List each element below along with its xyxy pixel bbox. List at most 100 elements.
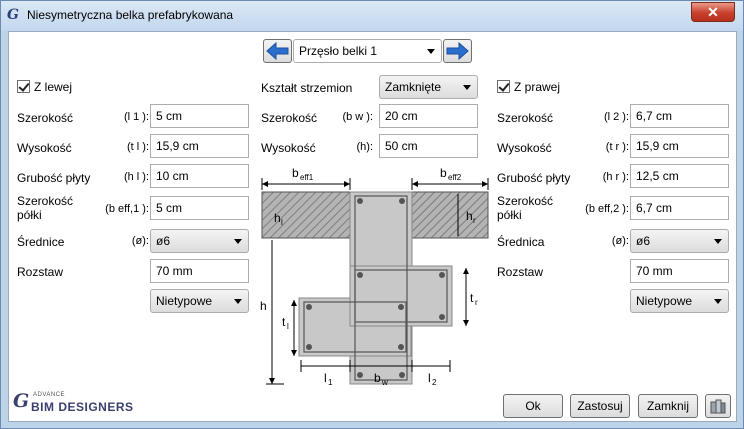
hr-label: h	[466, 209, 473, 223]
right-diameter-symbol: (ø):	[611, 235, 629, 247]
left-diameter-select[interactable]: ø6	[150, 229, 249, 253]
apply-button[interactable]: Zastosuj	[570, 394, 630, 418]
beff2-dimension: b eff2	[411, 166, 489, 190]
right-slab	[411, 191, 489, 239]
chevron-down-icon	[714, 239, 722, 244]
library-button[interactable]	[705, 394, 731, 418]
right-flange-checkbox-label: Z prawej	[514, 80, 561, 94]
tl-label: t	[282, 315, 286, 329]
tl-dimension: t l	[282, 300, 297, 356]
advance-logo-icon: G	[13, 390, 30, 412]
left-diameter-label: Średnice	[17, 235, 65, 249]
right-flange-checkbox[interactable]	[497, 80, 510, 93]
right-flange-input[interactable]	[630, 196, 729, 220]
beff1-subscript: eff1	[300, 173, 314, 182]
web-width-label: Szerokość	[261, 111, 318, 125]
right-flange-label-line1: Szerokość	[497, 194, 554, 208]
arrow-right-icon	[446, 41, 469, 61]
right-spacing-input[interactable]	[630, 259, 729, 283]
left-flange-label-line2: półki	[17, 208, 42, 222]
right-width-symbol: (l 2 ):	[603, 111, 629, 123]
left-height-symbol: (t l ):	[127, 141, 149, 153]
chevron-down-icon	[427, 49, 435, 54]
left-flange-checkbox-label: Z lewej	[34, 80, 73, 94]
logo-bim-designers-text: BIM DESIGNERS	[31, 400, 134, 414]
web-width-input[interactable]	[379, 104, 478, 128]
right-flange-symbol: (b eff,2 ):	[585, 203, 629, 215]
left-diameter-symbol: (ø):	[131, 235, 149, 247]
chevron-down-icon	[463, 85, 471, 90]
dialog-window: G Niesymetryczna belka prefabrykowana ✕ …	[0, 0, 744, 429]
tr-label: t	[470, 291, 474, 305]
previous-span-button[interactable]	[263, 39, 292, 63]
right-type-select[interactable]: Nietypowe	[630, 289, 729, 313]
l2-subscript: 2	[432, 378, 437, 387]
left-type-select[interactable]: Nietypowe	[150, 289, 249, 313]
beff1-label: b	[292, 166, 299, 180]
library-icon	[710, 399, 726, 414]
window-title: Niesymetryczna belka prefabrykowana	[27, 8, 234, 22]
left-plate-label: Grubość płyty	[17, 171, 91, 185]
next-span-button[interactable]	[443, 39, 472, 63]
right-plate-symbol: (h r ):	[602, 171, 629, 183]
tl-subscript: l	[287, 322, 289, 331]
hl-subscript: l	[281, 218, 283, 227]
beff2-subscript: eff2	[448, 173, 462, 182]
span-select[interactable]: Przęsło belki 1	[293, 39, 442, 63]
left-spacing-input[interactable]	[150, 259, 249, 283]
right-height-symbol: (t r ):	[605, 141, 629, 153]
right-width-input[interactable]	[630, 104, 729, 128]
left-width-symbol: (l 1 ):	[123, 111, 149, 123]
right-plate-input[interactable]	[630, 164, 729, 188]
l2-label: l	[428, 371, 431, 385]
right-height-input[interactable]	[630, 134, 729, 158]
close-window-button[interactable]: ✕	[691, 2, 735, 22]
left-flange-checkbox[interactable]	[17, 80, 30, 93]
chevron-down-icon	[234, 239, 242, 244]
left-spacing-label: Rozstaw	[17, 265, 64, 279]
close-button[interactable]: Zamknij	[638, 394, 698, 418]
arrow-left-icon	[266, 41, 289, 61]
logo-advance-text: ADVANCE	[33, 392, 66, 398]
beam-section-diagram: b eff1 b eff2 h l h r h t l t r l 1 b w …	[260, 166, 489, 387]
stirrup-shape-label: Kształt strzemion	[261, 81, 353, 95]
dialog-client-area: Przęsło belki 1 Z lewej Szerokość (l 1 )…	[8, 31, 737, 422]
left-plate-symbol: (h l ):	[123, 171, 149, 183]
app-icon: G	[7, 7, 19, 23]
right-spacing-label: Rozstaw	[497, 265, 544, 279]
left-width-input[interactable]	[150, 104, 249, 128]
right-diameter-label: Średnica	[497, 235, 545, 249]
beff1-dimension: b eff1	[261, 166, 351, 190]
stirrup-shape-select[interactable]: Zamknięte	[379, 75, 478, 99]
left-flange-symbol: (b eff,1 ):	[105, 203, 149, 215]
right-plate-label: Grubość płyty	[497, 171, 571, 185]
h-label: h	[260, 299, 267, 313]
l1-label: l	[324, 371, 327, 385]
title-bar[interactable]: G Niesymetryczna belka prefabrykowana ✕	[1, 1, 743, 31]
h-dimension: h	[260, 240, 284, 385]
left-width-label: Szerokość	[17, 111, 74, 125]
bw-subscript: w	[381, 378, 388, 387]
beam-height-input[interactable]	[379, 134, 478, 158]
right-diameter-select[interactable]: ø6	[630, 229, 729, 253]
right-width-label: Szerokość	[497, 111, 554, 125]
bw-label: b	[374, 371, 381, 385]
tr-dimension: t r	[463, 268, 478, 326]
left-plate-input[interactable]	[150, 164, 249, 188]
chevron-down-icon	[714, 299, 722, 304]
web-width-symbol: (b w ):	[342, 111, 373, 123]
l1-subscript: 1	[328, 378, 333, 387]
hr-subscript: r	[473, 216, 476, 225]
right-flange-label-line2: półki	[497, 208, 522, 222]
beff2-label: b	[440, 166, 447, 180]
hl-label: h	[274, 211, 281, 225]
left-height-input[interactable]	[150, 134, 249, 158]
tr-subscript: r	[475, 298, 478, 307]
ok-button[interactable]: Ok	[503, 394, 563, 418]
beam-height-label: Wysokość	[261, 141, 316, 155]
chevron-down-icon	[234, 299, 242, 304]
right-height-label: Wysokość	[497, 141, 552, 155]
beam-height-symbol: (h):	[356, 141, 374, 153]
left-height-label: Wysokość	[17, 141, 72, 155]
left-flange-input[interactable]	[150, 196, 249, 220]
